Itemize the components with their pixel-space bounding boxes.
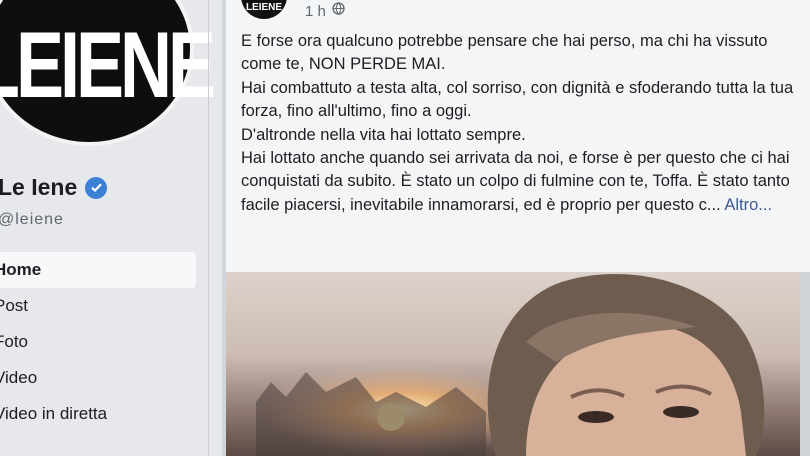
right-edge	[800, 272, 810, 456]
nav-item-post[interactable]: Post	[0, 288, 196, 324]
post-photo[interactable]	[226, 272, 810, 456]
post-paragraph: E forse ora qualcuno potrebbe pensare ch…	[241, 32, 768, 74]
verified-badge-icon	[85, 176, 108, 199]
sidebar-divider	[208, 0, 209, 456]
post-header: LEIENE 1 h	[241, 0, 345, 20]
page-name-row: Le Iene	[0, 174, 108, 201]
post-paragraph-last: Hai lottato anche quando sei arrivata da…	[241, 147, 801, 217]
nav-item-video[interactable]: Video	[0, 360, 196, 396]
post-paragraph: Hai combattuto a testa alta, col sorriso…	[241, 78, 794, 121]
post-paragraph-text: Hai lottato anche quando sei arrivata da…	[241, 149, 790, 214]
page-profile-picture[interactable]: LEIENE	[0, 0, 216, 146]
page-name[interactable]: Le Iene	[0, 174, 77, 201]
page-handle: @leiene	[0, 211, 64, 228]
post-body: E forse ora qualcuno potrebbe pensare ch…	[241, 30, 801, 217]
post-author-avatar[interactable]: LEIENE	[241, 0, 287, 19]
logo-text: LEIENE	[0, 14, 216, 118]
nav-item-foto[interactable]: Foto	[0, 324, 196, 360]
nav-item-live-video[interactable]: Video in diretta	[0, 396, 196, 432]
nav-item-home[interactable]: Home	[0, 252, 196, 288]
post-photo-graphic	[226, 272, 810, 456]
post-paragraph: D'altronde nella vita hai lottato sempre…	[241, 125, 526, 144]
globe-icon	[332, 2, 345, 20]
post-card: LEIENE 1 h E forse ora qualcuno potrebbe…	[226, 0, 810, 456]
page-nav: Home Post Foto Video Video in diretta	[0, 252, 196, 432]
avatar-text: LEIENE	[245, 2, 283, 13]
post-timestamp[interactable]: 1 h	[305, 3, 326, 20]
see-more-link[interactable]: Altro...	[724, 196, 772, 214]
page-sidebar: LEIENE Le Iene @leiene Home Post Foto Vi…	[0, 0, 222, 456]
